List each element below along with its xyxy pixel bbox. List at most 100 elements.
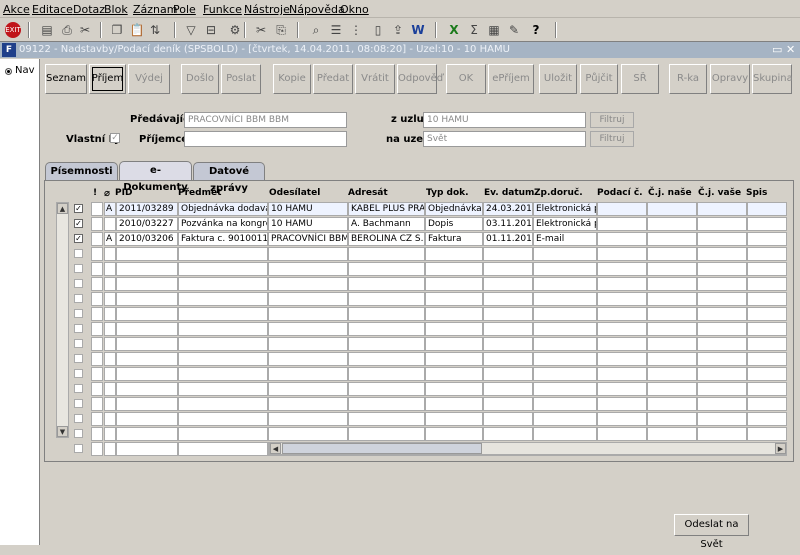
cell-odesilatel[interactable] (268, 337, 348, 351)
cell-flag[interactable] (104, 217, 116, 231)
nav-radio[interactable] (5, 68, 12, 75)
menu-item-3[interactable]: Blok (104, 3, 128, 16)
cell-datum[interactable] (483, 367, 533, 381)
cell-predmet[interactable] (178, 247, 268, 261)
cell-datum[interactable] (483, 427, 533, 441)
cell-priority[interactable] (91, 337, 103, 351)
cell-zpdoruc[interactable] (533, 382, 597, 396)
cell-predmet[interactable] (178, 352, 268, 366)
cell-predmet[interactable] (178, 382, 268, 396)
cell-datum[interactable] (483, 277, 533, 291)
tab-datove-zpravy[interactable]: Datové zprávy (193, 162, 265, 194)
cell-adresat[interactable] (348, 337, 425, 351)
cell-datum[interactable] (483, 247, 533, 261)
document-icon[interactable]: ▯ (369, 22, 387, 38)
cell-odesilatel[interactable] (268, 352, 348, 366)
cell-flag[interactable] (104, 277, 116, 291)
list-icon[interactable]: ☰ (327, 22, 345, 38)
cell-datum[interactable]: 03.11.2010 (483, 217, 533, 231)
cell-pid[interactable] (116, 292, 178, 306)
button-eprijem[interactable]: ePříjem (488, 64, 534, 94)
cell-spis[interactable] (747, 277, 787, 291)
cell-zpdoruc[interactable] (533, 367, 597, 381)
cell-datum[interactable]: 24.03.2011 (483, 202, 533, 216)
cell-spis[interactable] (747, 262, 787, 276)
cell-typ[interactable]: Objednávka (425, 202, 483, 216)
prijemce-field[interactable] (184, 131, 347, 147)
cell-flag[interactable]: A (104, 232, 116, 246)
cell-typ[interactable] (425, 367, 483, 381)
cell-adresat[interactable]: A. Bachmann (348, 217, 425, 231)
row-checkbox[interactable] (74, 309, 83, 318)
cell-cjvase[interactable] (697, 397, 747, 411)
cell-flag[interactable] (104, 322, 116, 336)
cell-odesilatel[interactable] (268, 367, 348, 381)
cell-flag[interactable] (104, 337, 116, 351)
cell-adresat[interactable] (348, 382, 425, 396)
na-uzel-field[interactable]: Svět (423, 131, 586, 147)
scroll-down-icon[interactable]: ▼ (57, 426, 68, 437)
cell-zpdoruc[interactable]: Elektronická poš (533, 202, 597, 216)
cell-cjnase[interactable] (647, 427, 697, 441)
cell-flag[interactable] (104, 382, 116, 396)
cell-typ[interactable] (425, 397, 483, 411)
row-checkbox[interactable] (74, 249, 83, 258)
cell-podaci[interactable] (597, 202, 647, 216)
cell-spis[interactable] (747, 232, 787, 246)
cell-zpdoruc[interactable] (533, 292, 597, 306)
tab-e-dokumenty[interactable]: e-Dokumenty (119, 161, 192, 193)
cell-priority[interactable] (91, 442, 103, 456)
cell-predmet[interactable]: Objednávka dodavatel (178, 202, 268, 216)
find-icon[interactable]: ⌕ (307, 22, 325, 38)
cell-cjvase[interactable] (697, 412, 747, 426)
cell-adresat[interactable] (348, 307, 425, 321)
cell-predmet[interactable] (178, 367, 268, 381)
cell-flag[interactable] (104, 247, 116, 261)
cell-typ[interactable] (425, 412, 483, 426)
cell-priority[interactable] (91, 397, 103, 411)
cell-podaci[interactable] (597, 307, 647, 321)
cell-spis[interactable] (747, 427, 787, 441)
row-checkbox[interactable] (74, 264, 83, 273)
cell-cjnase[interactable] (647, 367, 697, 381)
cell-cjnase[interactable] (647, 247, 697, 261)
cell-podaci[interactable] (597, 277, 647, 291)
calc-icon[interactable]: ▦ (485, 22, 503, 38)
cell-adresat[interactable] (348, 427, 425, 441)
cell-flag[interactable]: A (104, 202, 116, 216)
button-poslat[interactable]: Poslat (221, 64, 261, 94)
cell-podaci[interactable] (597, 292, 647, 306)
cell-cjvase[interactable] (697, 367, 747, 381)
cell-pid[interactable] (116, 262, 178, 276)
cell-podaci[interactable] (597, 382, 647, 396)
cell-typ[interactable] (425, 337, 483, 351)
cell-cjvase[interactable] (697, 262, 747, 276)
cell-spis[interactable] (747, 247, 787, 261)
cell-priority[interactable] (91, 277, 103, 291)
cell-spis[interactable] (747, 217, 787, 231)
cell-cjvase[interactable] (697, 217, 747, 231)
cell-cjnase[interactable] (647, 307, 697, 321)
cell-zpdoruc[interactable] (533, 427, 597, 441)
cell-podaci[interactable] (597, 247, 647, 261)
row-checkbox[interactable] (74, 444, 83, 453)
tab-pisemnosti[interactable]: Písemnosti (45, 162, 118, 180)
cell-adresat[interactable] (348, 322, 425, 336)
cell-zpdoruc[interactable] (533, 247, 597, 261)
cell-predmet[interactable] (178, 412, 268, 426)
cell-zpdoruc[interactable] (533, 322, 597, 336)
vlastni-ej-checkbox[interactable]: ✓ (110, 133, 120, 143)
cell-adresat[interactable]: KABEL PLUS PRAH (348, 202, 425, 216)
row-checkbox[interactable] (74, 429, 83, 438)
cell-spis[interactable] (747, 307, 787, 321)
cell-priority[interactable] (91, 262, 103, 276)
cell-typ[interactable]: Faktura (425, 232, 483, 246)
cell-pid[interactable] (116, 322, 178, 336)
predavajici-field[interactable]: PRACOVNÍCI BBM BBM (184, 112, 347, 128)
row-checkbox[interactable] (74, 399, 83, 408)
menu-item-0[interactable]: Akce (3, 3, 30, 16)
cell-spis[interactable] (747, 322, 787, 336)
cell-zpdoruc[interactable] (533, 277, 597, 291)
cell-spis[interactable] (747, 292, 787, 306)
cell-datum[interactable] (483, 412, 533, 426)
